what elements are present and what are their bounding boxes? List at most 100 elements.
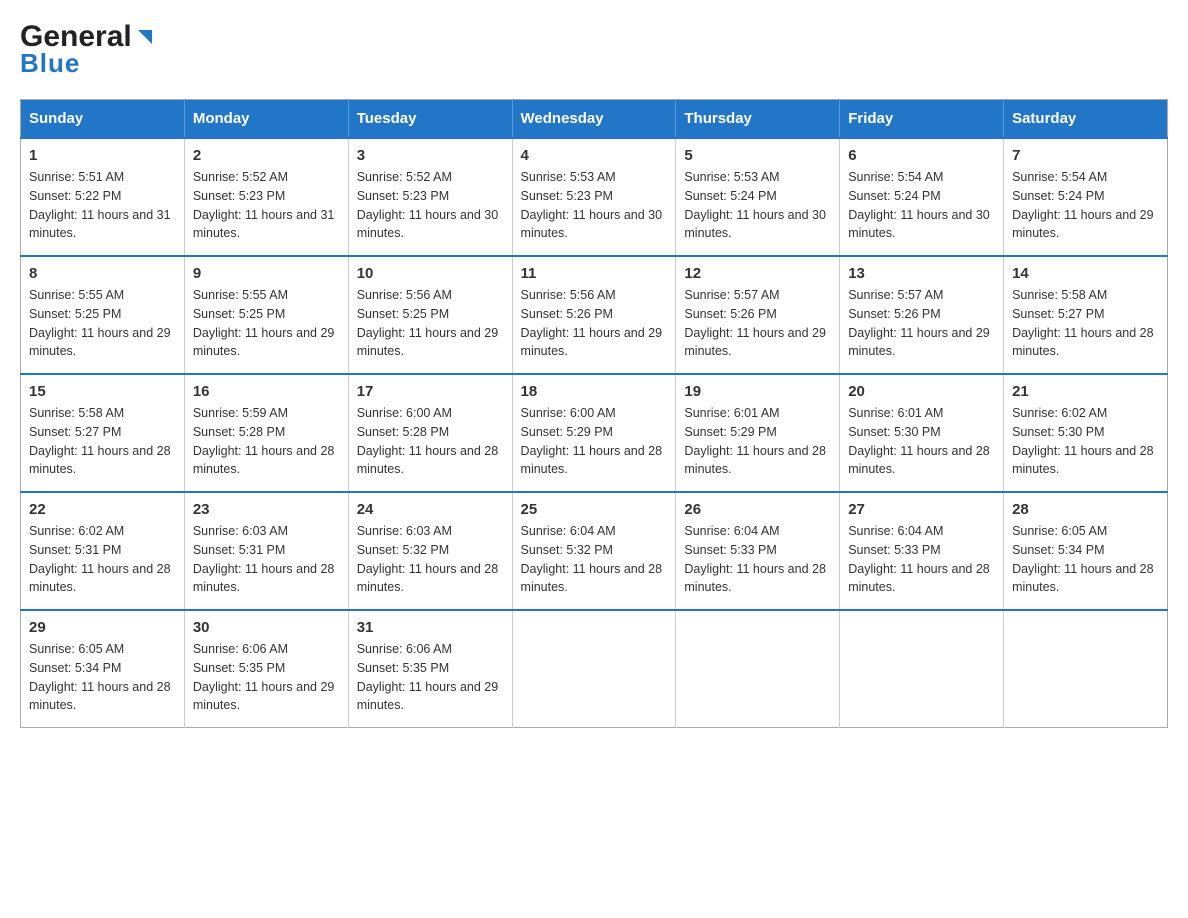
calendar-week-row: 15 Sunrise: 5:58 AM Sunset: 5:27 PM Dayl… xyxy=(21,374,1168,492)
day-info: Sunrise: 6:00 AM Sunset: 5:28 PM Dayligh… xyxy=(357,404,504,479)
calendar-cell: 2 Sunrise: 5:52 AM Sunset: 5:23 PM Dayli… xyxy=(184,138,348,256)
calendar-cell: 5 Sunrise: 5:53 AM Sunset: 5:24 PM Dayli… xyxy=(676,138,840,256)
day-info: Sunrise: 6:06 AM Sunset: 5:35 PM Dayligh… xyxy=(193,640,340,715)
day-of-week-header: Thursday xyxy=(676,100,840,139)
day-info: Sunrise: 5:58 AM Sunset: 5:27 PM Dayligh… xyxy=(1012,286,1159,361)
calendar-cell: 26 Sunrise: 6:04 AM Sunset: 5:33 PM Dayl… xyxy=(676,492,840,610)
calendar-cell: 27 Sunrise: 6:04 AM Sunset: 5:33 PM Dayl… xyxy=(840,492,1004,610)
day-info: Sunrise: 5:52 AM Sunset: 5:23 PM Dayligh… xyxy=(193,168,340,243)
day-info: Sunrise: 6:04 AM Sunset: 5:32 PM Dayligh… xyxy=(521,522,668,597)
day-number: 2 xyxy=(193,147,340,164)
day-info: Sunrise: 5:52 AM Sunset: 5:23 PM Dayligh… xyxy=(357,168,504,243)
day-of-week-header: Saturday xyxy=(1004,100,1168,139)
day-number: 18 xyxy=(521,383,668,400)
calendar-cell: 20 Sunrise: 6:01 AM Sunset: 5:30 PM Dayl… xyxy=(840,374,1004,492)
calendar-cell: 17 Sunrise: 6:00 AM Sunset: 5:28 PM Dayl… xyxy=(348,374,512,492)
calendar-cell xyxy=(512,610,676,728)
calendar-cell xyxy=(676,610,840,728)
day-info: Sunrise: 6:03 AM Sunset: 5:31 PM Dayligh… xyxy=(193,522,340,597)
day-of-week-header: Tuesday xyxy=(348,100,512,139)
calendar-cell xyxy=(1004,610,1168,728)
day-number: 30 xyxy=(193,619,340,636)
day-number: 22 xyxy=(29,501,176,518)
calendar-table: SundayMondayTuesdayWednesdayThursdayFrid… xyxy=(20,99,1168,728)
day-number: 24 xyxy=(357,501,504,518)
day-number: 17 xyxy=(357,383,504,400)
day-number: 13 xyxy=(848,265,995,282)
day-of-week-header: Wednesday xyxy=(512,100,676,139)
day-number: 1 xyxy=(29,147,176,164)
calendar-cell: 16 Sunrise: 5:59 AM Sunset: 5:28 PM Dayl… xyxy=(184,374,348,492)
day-info: Sunrise: 5:58 AM Sunset: 5:27 PM Dayligh… xyxy=(29,404,176,479)
calendar-cell: 15 Sunrise: 5:58 AM Sunset: 5:27 PM Dayl… xyxy=(21,374,185,492)
calendar-cell: 3 Sunrise: 5:52 AM Sunset: 5:23 PM Dayli… xyxy=(348,138,512,256)
logo: General Blue xyxy=(20,20,156,79)
day-info: Sunrise: 5:53 AM Sunset: 5:23 PM Dayligh… xyxy=(521,168,668,243)
calendar-cell: 11 Sunrise: 5:56 AM Sunset: 5:26 PM Dayl… xyxy=(512,256,676,374)
calendar-cell: 31 Sunrise: 6:06 AM Sunset: 5:35 PM Dayl… xyxy=(348,610,512,728)
day-info: Sunrise: 5:55 AM Sunset: 5:25 PM Dayligh… xyxy=(193,286,340,361)
day-number: 12 xyxy=(684,265,831,282)
day-info: Sunrise: 5:54 AM Sunset: 5:24 PM Dayligh… xyxy=(848,168,995,243)
day-number: 11 xyxy=(521,265,668,282)
day-number: 27 xyxy=(848,501,995,518)
day-info: Sunrise: 6:00 AM Sunset: 5:29 PM Dayligh… xyxy=(521,404,668,479)
calendar-cell: 14 Sunrise: 5:58 AM Sunset: 5:27 PM Dayl… xyxy=(1004,256,1168,374)
calendar-cell: 28 Sunrise: 6:05 AM Sunset: 5:34 PM Dayl… xyxy=(1004,492,1168,610)
day-of-week-header: Friday xyxy=(840,100,1004,139)
day-info: Sunrise: 5:59 AM Sunset: 5:28 PM Dayligh… xyxy=(193,404,340,479)
day-number: 20 xyxy=(848,383,995,400)
calendar-cell: 24 Sunrise: 6:03 AM Sunset: 5:32 PM Dayl… xyxy=(348,492,512,610)
day-info: Sunrise: 5:57 AM Sunset: 5:26 PM Dayligh… xyxy=(684,286,831,361)
calendar-cell: 19 Sunrise: 6:01 AM Sunset: 5:29 PM Dayl… xyxy=(676,374,840,492)
day-number: 6 xyxy=(848,147,995,164)
calendar-header-row: SundayMondayTuesdayWednesdayThursdayFrid… xyxy=(21,100,1168,139)
calendar-cell: 7 Sunrise: 5:54 AM Sunset: 5:24 PM Dayli… xyxy=(1004,138,1168,256)
day-number: 15 xyxy=(29,383,176,400)
calendar-cell: 23 Sunrise: 6:03 AM Sunset: 5:31 PM Dayl… xyxy=(184,492,348,610)
day-number: 9 xyxy=(193,265,340,282)
day-number: 8 xyxy=(29,265,176,282)
day-info: Sunrise: 5:55 AM Sunset: 5:25 PM Dayligh… xyxy=(29,286,176,361)
calendar-cell: 6 Sunrise: 5:54 AM Sunset: 5:24 PM Dayli… xyxy=(840,138,1004,256)
logo-blue: Blue xyxy=(20,48,80,79)
calendar-cell: 1 Sunrise: 5:51 AM Sunset: 5:22 PM Dayli… xyxy=(21,138,185,256)
calendar-week-row: 29 Sunrise: 6:05 AM Sunset: 5:34 PM Dayl… xyxy=(21,610,1168,728)
logo-triangle-icon xyxy=(134,26,156,48)
calendar-cell: 10 Sunrise: 5:56 AM Sunset: 5:25 PM Dayl… xyxy=(348,256,512,374)
day-number: 31 xyxy=(357,619,504,636)
calendar-cell: 30 Sunrise: 6:06 AM Sunset: 5:35 PM Dayl… xyxy=(184,610,348,728)
day-info: Sunrise: 6:02 AM Sunset: 5:31 PM Dayligh… xyxy=(29,522,176,597)
calendar-week-row: 22 Sunrise: 6:02 AM Sunset: 5:31 PM Dayl… xyxy=(21,492,1168,610)
day-info: Sunrise: 6:01 AM Sunset: 5:29 PM Dayligh… xyxy=(684,404,831,479)
day-number: 21 xyxy=(1012,383,1159,400)
day-info: Sunrise: 5:56 AM Sunset: 5:26 PM Dayligh… xyxy=(521,286,668,361)
calendar-week-row: 8 Sunrise: 5:55 AM Sunset: 5:25 PM Dayli… xyxy=(21,256,1168,374)
day-info: Sunrise: 5:56 AM Sunset: 5:25 PM Dayligh… xyxy=(357,286,504,361)
calendar-cell: 29 Sunrise: 6:05 AM Sunset: 5:34 PM Dayl… xyxy=(21,610,185,728)
calendar-cell: 8 Sunrise: 5:55 AM Sunset: 5:25 PM Dayli… xyxy=(21,256,185,374)
day-number: 23 xyxy=(193,501,340,518)
day-info: Sunrise: 6:06 AM Sunset: 5:35 PM Dayligh… xyxy=(357,640,504,715)
day-number: 4 xyxy=(521,147,668,164)
calendar-cell: 13 Sunrise: 5:57 AM Sunset: 5:26 PM Dayl… xyxy=(840,256,1004,374)
day-number: 26 xyxy=(684,501,831,518)
day-info: Sunrise: 6:02 AM Sunset: 5:30 PM Dayligh… xyxy=(1012,404,1159,479)
calendar-cell: 12 Sunrise: 5:57 AM Sunset: 5:26 PM Dayl… xyxy=(676,256,840,374)
day-info: Sunrise: 5:53 AM Sunset: 5:24 PM Dayligh… xyxy=(684,168,831,243)
calendar-week-row: 1 Sunrise: 5:51 AM Sunset: 5:22 PM Dayli… xyxy=(21,138,1168,256)
day-info: Sunrise: 6:04 AM Sunset: 5:33 PM Dayligh… xyxy=(684,522,831,597)
calendar-cell: 4 Sunrise: 5:53 AM Sunset: 5:23 PM Dayli… xyxy=(512,138,676,256)
day-number: 29 xyxy=(29,619,176,636)
calendar-cell: 22 Sunrise: 6:02 AM Sunset: 5:31 PM Dayl… xyxy=(21,492,185,610)
calendar-cell xyxy=(840,610,1004,728)
day-info: Sunrise: 6:04 AM Sunset: 5:33 PM Dayligh… xyxy=(848,522,995,597)
day-of-week-header: Monday xyxy=(184,100,348,139)
day-info: Sunrise: 6:05 AM Sunset: 5:34 PM Dayligh… xyxy=(1012,522,1159,597)
day-number: 25 xyxy=(521,501,668,518)
day-info: Sunrise: 5:51 AM Sunset: 5:22 PM Dayligh… xyxy=(29,168,176,243)
calendar-cell: 18 Sunrise: 6:00 AM Sunset: 5:29 PM Dayl… xyxy=(512,374,676,492)
day-info: Sunrise: 5:57 AM Sunset: 5:26 PM Dayligh… xyxy=(848,286,995,361)
page-header: General Blue xyxy=(20,20,1168,79)
calendar-cell: 9 Sunrise: 5:55 AM Sunset: 5:25 PM Dayli… xyxy=(184,256,348,374)
